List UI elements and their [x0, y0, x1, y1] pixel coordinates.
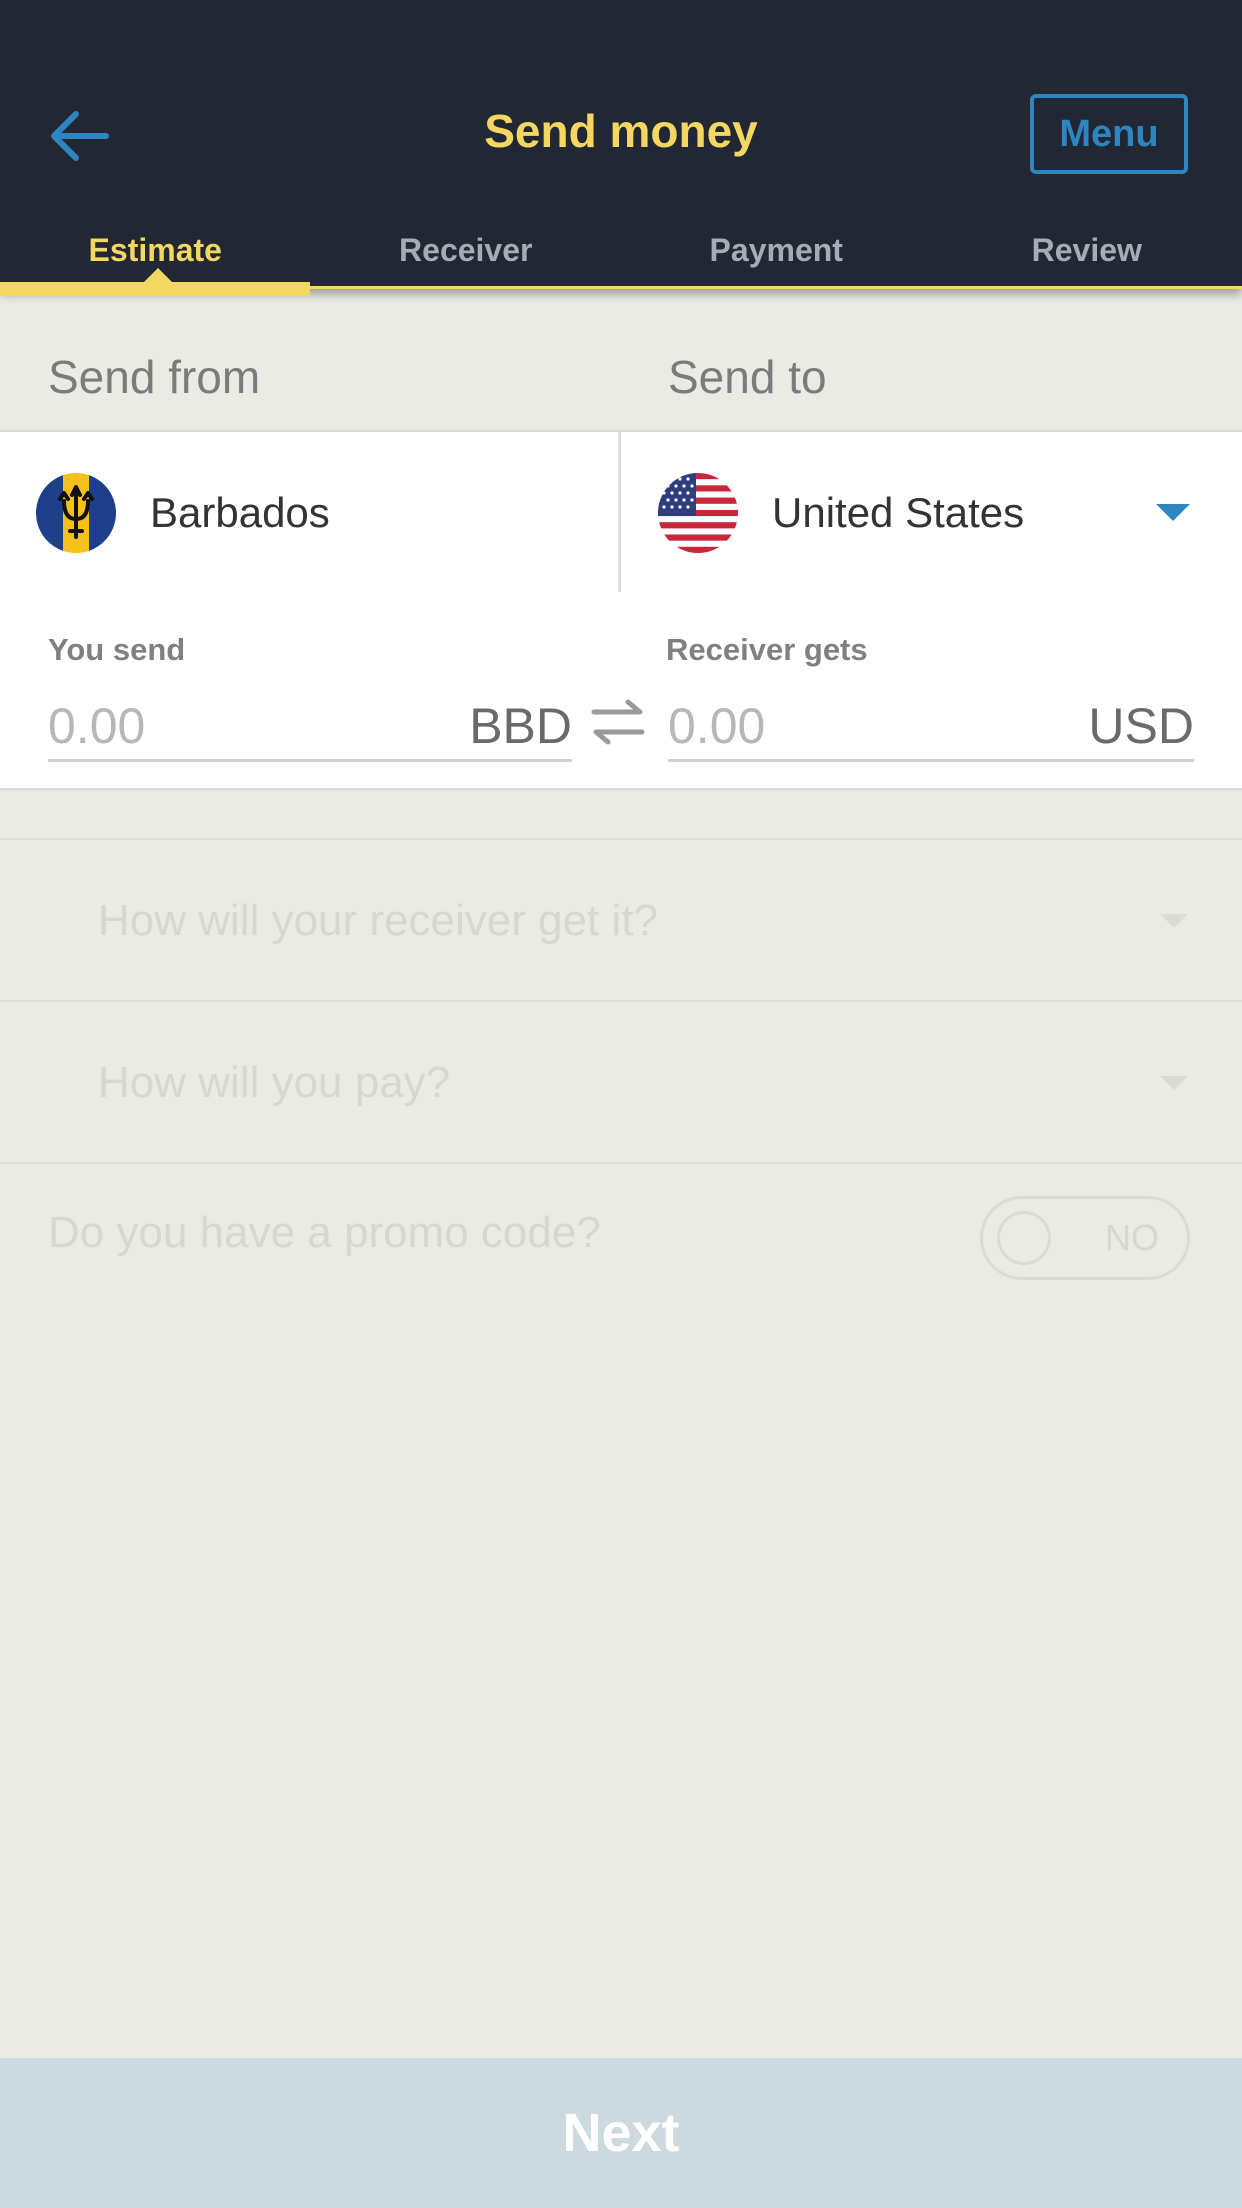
- promo-code-toggle[interactable]: NO: [980, 1196, 1190, 1280]
- chevron-down-icon: [1160, 1076, 1188, 1090]
- chevron-down-icon: [1160, 914, 1188, 928]
- delivery-method-select[interactable]: How will your receiver get it?: [0, 838, 1242, 1002]
- toggle-state-label: NO: [1105, 1217, 1159, 1258]
- send-to-country[interactable]: United States: [658, 432, 1242, 594]
- payment-method-select[interactable]: How will you pay?: [0, 1000, 1242, 1164]
- send-to-label: Send to: [668, 351, 827, 403]
- tab-receiver[interactable]: Receiver: [311, 220, 622, 288]
- send-currency: BBD: [469, 697, 572, 754]
- send-from-country[interactable]: Barbados: [36, 432, 330, 594]
- delivery-method-prompt: How will your receiver get it?: [98, 896, 658, 945]
- menu-button[interactable]: Menu: [1030, 94, 1188, 174]
- receive-amount-placeholder: 0.00: [668, 697, 766, 754]
- country-divider: [618, 432, 621, 594]
- active-tab-caret: [144, 268, 172, 282]
- send-amount-field[interactable]: 0.00 BBD: [48, 692, 572, 762]
- tab-review[interactable]: Review: [932, 220, 1242, 288]
- country-selector: Barbados United States: [0, 430, 1242, 596]
- receiver-gets-label: Receiver gets: [666, 632, 868, 667]
- payment-method-prompt: How will you pay?: [98, 1058, 451, 1107]
- barbados-flag-icon: [36, 473, 116, 553]
- promo-code-prompt: Do you have a promo code?: [48, 1208, 601, 1257]
- promo-code-row: Do you have a promo code? NO: [0, 1162, 1242, 1310]
- you-send-label: You send: [48, 632, 186, 667]
- us-flag-icon: [658, 473, 738, 553]
- send-amount-placeholder: 0.00: [48, 697, 146, 754]
- toggle-knob: [997, 1211, 1051, 1265]
- tab-payment[interactable]: Payment: [621, 220, 932, 288]
- amount-section: You send Receiver gets 0.00 BBD 0.00 USD: [0, 592, 1242, 790]
- send-from-label: Send from: [48, 351, 261, 403]
- send-to-country-name: United States: [772, 489, 1025, 536]
- swap-arrows-icon[interactable]: [588, 694, 648, 750]
- step-tabs: Estimate Receiver Payment Review: [0, 220, 1242, 288]
- active-tab-indicator: [0, 282, 310, 296]
- send-from-country-name: Barbados: [150, 489, 330, 536]
- app-header: Send money Menu Estimate Receiver Paymen…: [0, 0, 1242, 296]
- receive-currency: USD: [1088, 697, 1194, 754]
- chevron-down-icon[interactable]: [1156, 504, 1190, 521]
- next-button[interactable]: Next: [0, 2058, 1242, 2208]
- receive-amount-field[interactable]: 0.00 USD: [668, 692, 1194, 762]
